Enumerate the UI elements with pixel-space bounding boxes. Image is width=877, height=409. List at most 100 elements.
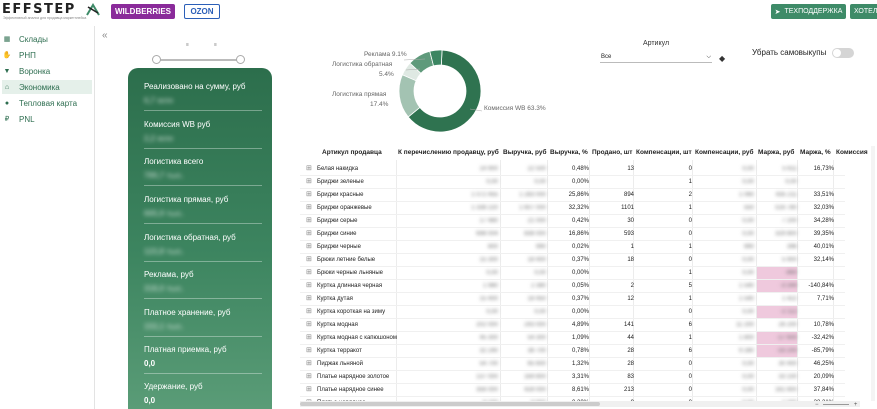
remove-self-purchases-toggle[interactable] — [832, 48, 854, 58]
scrollbar-thumb[interactable] — [300, 402, 600, 406]
expand-row-icon[interactable]: ⊞ — [306, 190, 312, 198]
cell-sold: 1 — [630, 244, 634, 250]
metric-divider — [144, 148, 262, 149]
expand-row-icon[interactable]: ⊞ — [306, 385, 312, 393]
expand-row-icon[interactable]: ⊞ — [306, 203, 312, 211]
column-header[interactable]: Комиссия — [836, 149, 868, 156]
sidebar-item-warehouses[interactable]: ▦ Склады — [2, 32, 92, 46]
column-header[interactable]: Компенсации, руб — [695, 149, 754, 156]
cell-sold: 213 — [623, 387, 634, 393]
table-row[interactable]: ⊞ Куртка короткая на зиму 0,00 0,00 0,00% 0 0,… — [300, 306, 877, 319]
table-row[interactable]: ⊞ Бриджи красные 1 072 455 1 283 000 25,86% 8… — [300, 189, 877, 202]
zoom-control[interactable]: − + — [815, 402, 857, 408]
table-row[interactable]: ⊞ Брюки летние белые 15 300 18 400 0,37% 18 0 0… — [300, 254, 877, 267]
logo[interactable]: EFFSTEP — [2, 2, 76, 17]
table-horizontal-scrollbar[interactable] — [300, 401, 860, 407]
table-row[interactable]: ⊞ Куртка дутая 15 400 18 450 0,37% 12 1 1 540 1 … — [300, 293, 877, 306]
column-header[interactable]: Маржа, руб — [758, 149, 794, 156]
cell-name: Куртка модная — [317, 322, 358, 328]
zoom-track[interactable] — [823, 403, 850, 405]
metric-logistics-total: Логистика всего 789,7 тыс. — [144, 157, 262, 186]
table-row[interactable]: ⊞ Платье нарядное золотое 137 000 164 600 3,… — [300, 371, 877, 384]
slider-handle-start[interactable] — [152, 55, 161, 64]
cell-margin: 5 611 — [782, 166, 797, 172]
cell-name: Пиджак льняной — [317, 361, 363, 367]
column-header[interactable]: Выручка, руб — [503, 149, 547, 156]
cell-margin: 161 600 — [775, 387, 797, 393]
cell-name: Бриджи синие — [317, 231, 357, 237]
expand-row-icon[interactable]: ⊞ — [306, 307, 312, 315]
expand-row-icon[interactable]: ⊞ — [306, 346, 312, 354]
ozon-button[interactable]: OZON — [184, 4, 220, 19]
table-vertical-scrollbar[interactable] — [871, 146, 875, 401]
sidebar-item-economics[interactable]: ⌂ Экономика — [2, 80, 92, 94]
table-row[interactable]: ⊞ Бриджи черные 800 990 0,02% 1 1 990 396 40,01% — [300, 241, 877, 254]
expand-row-icon[interactable]: ⊞ — [306, 229, 312, 237]
column-header[interactable]: Продано, шт — [592, 149, 632, 156]
cell-pay: 15 400 — [479, 296, 498, 302]
cell-comp-qty: 0 — [688, 218, 692, 224]
table-row[interactable]: ⊞ Куртка длинная черная 1 980 2 380 0,05% 2 5 1… — [300, 280, 877, 293]
expand-row-icon[interactable]: ⊞ — [306, 333, 312, 341]
article-select[interactable]: Все ⌵ — [600, 52, 712, 63]
column-header[interactable]: Компенсации, шт — [636, 149, 692, 156]
table-row[interactable]: ⊞ Белая накидка 14 900 22 500 0,48% 13 0 0,00 5 … — [300, 163, 877, 176]
expand-row-icon[interactable]: ⊞ — [306, 242, 312, 250]
metric-value: 789,7 тыс. — [144, 171, 184, 180]
metric-storage: Платное хранение, руб 153,1 тыс. — [144, 308, 262, 337]
cell-pay: 202 000 — [476, 322, 498, 328]
expand-row-icon[interactable]: ⊞ — [306, 268, 312, 276]
article-filter[interactable]: Артикул Все ⌵ — [600, 40, 712, 63]
table-row[interactable]: ⊞ Бриджи зеленые 0,00 0,00 0,00% 1 0,00 0,00 — [300, 176, 877, 189]
column-header[interactable]: Маржа, % — [800, 149, 831, 156]
date-range-slider[interactable]: ≡ ≡ — [152, 40, 245, 66]
ruble-icon: ₽ — [4, 116, 10, 123]
expand-row-icon[interactable]: ⊞ — [306, 294, 312, 302]
want-button[interactable]: ХОТЕЛ — [850, 4, 877, 19]
cell-pay: 1 980 — [482, 283, 498, 289]
expand-row-icon[interactable]: ⊞ — [306, 372, 312, 380]
table-row[interactable]: ⊞ Платье нарядное синее 356 000 428 000 8,61… — [300, 384, 877, 397]
expand-row-icon[interactable]: ⊞ — [306, 164, 312, 172]
cell-rev: 1 283 000 — [519, 192, 546, 198]
sidebar-item-rnp[interactable]: ✋ РНП — [2, 48, 92, 62]
metrics-card: Реализовано на сумму, руб 6,7 млн Комисс… — [128, 68, 272, 409]
sidebar-item-heatmap[interactable]: ● Тепловая карта — [2, 96, 92, 110]
cell-margin: 329 800 — [775, 231, 797, 237]
column-header[interactable]: Артикул продавца — [322, 149, 382, 156]
support-button[interactable]: ➤ ТЕХПОДДЕРЖКА — [771, 4, 846, 19]
top-bar: EFFSTEP Эффективный анализ для продавца … — [0, 0, 877, 24]
collapse-sidebar-icon[interactable]: « — [102, 30, 108, 41]
slider-track[interactable] — [156, 59, 240, 61]
table-row[interactable]: ⊞ Куртка терракот 32 240 38 700 0,78% 28 6 9 28… — [300, 345, 877, 358]
cell-pay: 32 240 — [479, 348, 498, 354]
table-row[interactable]: ⊞ Бриджи синие 698 004 838 000 16,86% 593 0 0,0… — [300, 228, 877, 241]
cell-comp-rub: 0,00 — [742, 374, 754, 380]
wildberries-button[interactable]: WILDBERRIES — [111, 4, 175, 19]
expand-row-icon[interactable]: ⊞ — [306, 281, 312, 289]
table-row[interactable]: ⊞ Бриджи серые 17 480 21 000 0,42% 30 0 0,00 7 2… — [300, 215, 877, 228]
sidebar-item-funnel[interactable]: ▼ Воронка — [2, 64, 92, 78]
expand-row-icon[interactable]: ⊞ — [306, 177, 312, 185]
metric-commission: Комиссия WB руб 2,2 млн — [144, 120, 262, 149]
table-row[interactable]: ⊞ Куртка модная с капюшоном 45 300 54 300 1,… — [300, 332, 877, 345]
expand-row-icon[interactable]: ⊞ — [306, 359, 312, 367]
slider-handle-end[interactable] — [236, 55, 245, 64]
zoom-out-icon[interactable]: − — [815, 402, 819, 408]
cell-margin: 7 200 — [781, 218, 797, 224]
clear-filter-icon[interactable]: ◆ — [719, 54, 725, 63]
metric-value: 0,0 — [144, 359, 156, 368]
zoom-in-icon[interactable]: + — [854, 402, 858, 408]
expand-row-icon[interactable]: ⊞ — [306, 255, 312, 263]
table-row[interactable]: ⊞ Брюки черные льняные 0,00 0,00 0,00% 1 0,00 -… — [300, 267, 877, 280]
table-row[interactable]: ⊞ Бриджи оранжевые 1 338 220 1 607 000 32,32… — [300, 202, 877, 215]
table-row[interactable]: ⊞ Куртка модная 202 000 243 000 4,89% 141 6 11 … — [300, 319, 877, 332]
table-row[interactable]: ⊞ Пиджак льняной 54 700 65 600 1,32% 28 0 0,00 3… — [300, 358, 877, 371]
cell-rev-pct: 0,37% — [571, 257, 589, 263]
cell-pay: 14 900 — [479, 166, 498, 172]
expand-row-icon[interactable]: ⊞ — [306, 320, 312, 328]
column-header[interactable]: К перечислению продавцу, руб — [398, 149, 499, 156]
sidebar-item-pnl[interactable]: ₽ PNL — [2, 112, 92, 126]
expand-row-icon[interactable]: ⊞ — [306, 216, 312, 224]
column-header[interactable]: Выручка, % — [550, 149, 588, 156]
